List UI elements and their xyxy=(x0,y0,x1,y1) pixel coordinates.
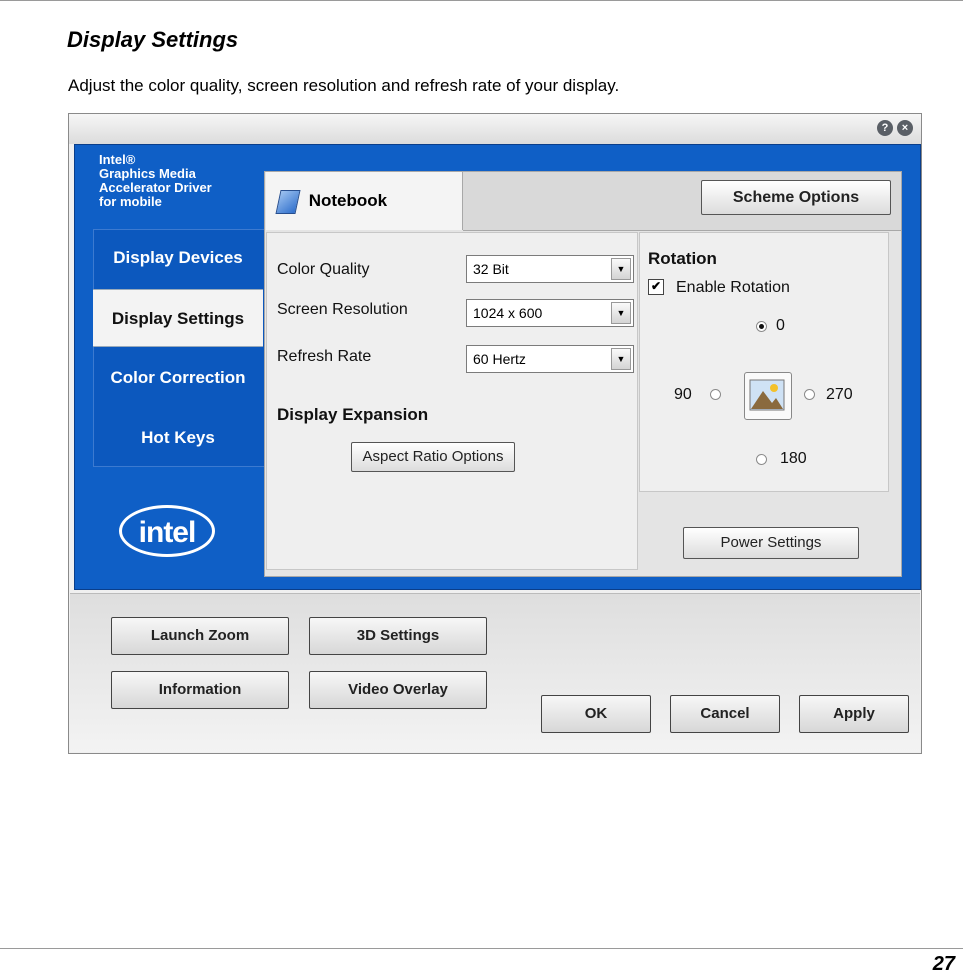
launch-zoom-button[interactable]: Launch Zoom xyxy=(111,617,289,655)
tab-label: Notebook xyxy=(308,191,388,210)
3d-settings-button[interactable]: 3D Settings xyxy=(309,617,487,655)
product-brand: Intel® Graphics Media Accelerator Driver… xyxy=(99,153,212,209)
chevron-down-icon[interactable]: ▼ xyxy=(611,302,631,324)
rotation-270-radio[interactable] xyxy=(804,389,815,400)
notebook-icon xyxy=(275,189,301,214)
power-settings-button[interactable]: Power Settings xyxy=(683,527,859,559)
sidebar-item-hot-keys[interactable]: Hot Keys xyxy=(93,409,263,467)
enable-rotation-checkbox[interactable]: ✔ xyxy=(648,279,664,295)
brand-line: Accelerator Driver xyxy=(99,180,212,195)
screen-resolution-select[interactable]: 1024 x 600 ▼ xyxy=(466,299,634,327)
aspect-ratio-options-button[interactable]: Aspect Ratio Options xyxy=(351,442,515,472)
display-expansion-heading: Display Expansion xyxy=(277,405,429,424)
rotation-90-radio[interactable] xyxy=(710,389,721,400)
rotation-panel: Rotation ✔ Enable Rotation 0 90 270 180 xyxy=(639,232,889,492)
apply-button[interactable]: Apply xyxy=(799,695,909,733)
chevron-down-icon[interactable]: ▼ xyxy=(611,258,631,280)
document-description: Adjust the color quality, screen resolut… xyxy=(68,76,620,95)
rotation-0-radio[interactable] xyxy=(756,321,767,332)
help-icon[interactable]: ? xyxy=(877,120,893,136)
information-button[interactable]: Information xyxy=(111,671,289,709)
video-overlay-button[interactable]: Video Overlay xyxy=(309,671,487,709)
sidebar-item-color-correction[interactable]: Color Correction xyxy=(93,349,263,407)
rotation-90-label: 90 xyxy=(674,386,692,403)
rotation-0-label: 0 xyxy=(776,317,785,334)
rotation-270-label: 270 xyxy=(826,386,853,403)
main-blue-panel: Intel® Graphics Media Accelerator Driver… xyxy=(74,144,921,590)
color-quality-select[interactable]: 32 Bit ▼ xyxy=(466,255,634,283)
tab-notebook[interactable]: Notebook xyxy=(266,172,463,230)
close-icon[interactable]: × xyxy=(897,120,913,136)
landscape-icon xyxy=(749,379,785,411)
page-bottom-rule xyxy=(0,948,963,949)
document-title: Display Settings xyxy=(67,27,239,52)
sidebar-item-display-settings[interactable]: Display Settings xyxy=(93,289,263,347)
rotation-180-label: 180 xyxy=(780,450,807,467)
rotation-heading: Rotation xyxy=(648,249,717,268)
sidebar-item-display-devices[interactable]: Display Devices xyxy=(93,229,263,287)
color-quality-label: Color Quality xyxy=(277,261,370,278)
scheme-options-button[interactable]: Scheme Options xyxy=(701,180,891,215)
page-top-rule xyxy=(0,0,963,1)
brand-line: for mobile xyxy=(99,194,162,209)
brand-line: Intel® xyxy=(99,152,136,167)
refresh-rate-select[interactable]: 60 Hertz ▼ xyxy=(466,345,634,373)
screen-resolution-label: Screen Resolution xyxy=(277,301,408,318)
image-icon xyxy=(744,372,792,420)
rotation-180-radio[interactable] xyxy=(756,454,767,465)
screen-resolution-value: 1024 x 600 xyxy=(473,305,543,321)
chevron-down-icon[interactable]: ▼ xyxy=(611,348,631,370)
display-settings-panel: Color Quality 32 Bit ▼ Screen Resolution… xyxy=(266,232,638,570)
settings-content: Notebook Scheme Options Color Quality 32… xyxy=(264,171,902,577)
intel-logo: intel xyxy=(119,505,215,557)
ok-button[interactable]: OK xyxy=(541,695,651,733)
cancel-button[interactable]: Cancel xyxy=(670,695,780,733)
intel-gma-window: ? × Intel® Graphics Media Accelerator Dr… xyxy=(68,113,922,754)
color-quality-value: 32 Bit xyxy=(473,261,509,277)
footer-bar: Launch Zoom 3D Settings Information Vide… xyxy=(70,593,920,752)
refresh-rate-label: Refresh Rate xyxy=(277,348,372,365)
brand-line: Graphics Media xyxy=(99,166,196,181)
enable-rotation-label: Enable Rotation xyxy=(676,279,790,296)
refresh-rate-value: 60 Hertz xyxy=(473,351,526,367)
window-titlebar: ? × xyxy=(69,114,921,144)
